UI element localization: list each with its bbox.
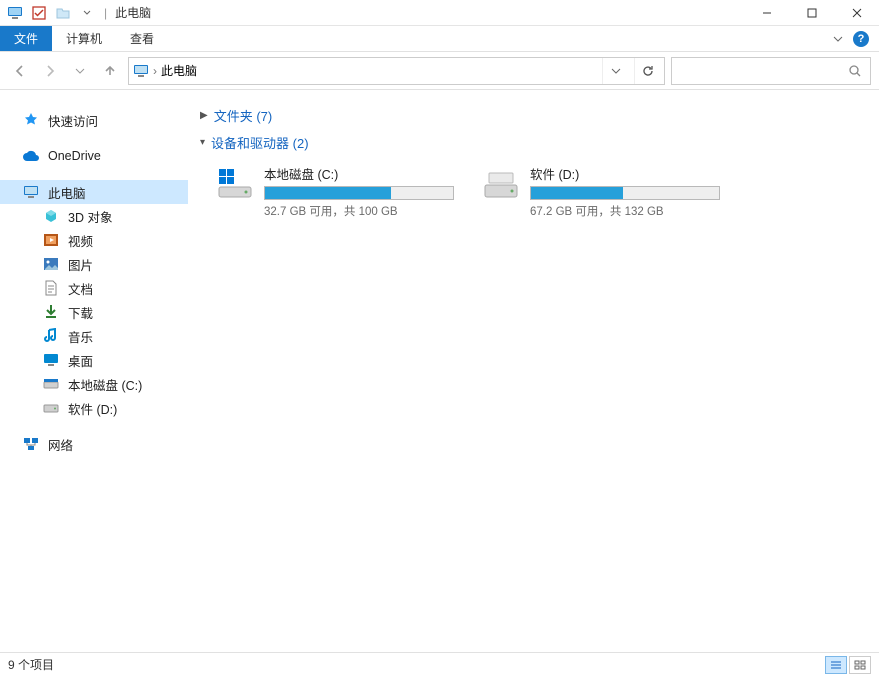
nav-downloads[interactable]: 下载 — [0, 300, 188, 324]
address-row: › 此电脑 — [0, 52, 879, 90]
nav-music[interactable]: 音乐 — [0, 324, 188, 348]
drive-icon — [42, 375, 60, 393]
search-input[interactable] — [671, 57, 871, 85]
status-text: 9 个项目 — [8, 656, 54, 673]
tab-file[interactable]: 文件 — [0, 26, 52, 51]
recent-dropdown-icon[interactable] — [68, 59, 92, 83]
refresh-button[interactable] — [634, 58, 660, 84]
downloads-icon — [42, 303, 60, 321]
nav-network[interactable]: 网络 — [0, 432, 188, 456]
chevron-right-icon: ▶ — [200, 110, 208, 121]
breadcrumb[interactable]: › 此电脑 — [133, 62, 197, 79]
ribbon: 文件 计算机 查看 ? — [0, 26, 879, 52]
nav-label: 本地磁盘 (C:) — [68, 375, 142, 394]
tab-computer[interactable]: 计算机 — [52, 26, 116, 51]
drive-name: 本地磁盘 (C:) — [264, 164, 454, 183]
content-pane: ▶ 文件夹 (7) ▾ 设备和驱动器 (2) 本地磁盘 (C:) 32.7 GB … — [188, 90, 879, 652]
drive-free-text: 32.7 GB 可用，共 100 GB — [264, 203, 454, 219]
navigation-pane: 快速访问 OneDrive 此电脑 3D 对象 视频 图片 文档 — [0, 90, 188, 652]
network-icon — [22, 435, 40, 453]
search-icon — [848, 64, 862, 78]
breadcrumb-label: 此电脑 — [161, 62, 197, 79]
drive-icon — [216, 164, 254, 204]
drive-usage-bar — [530, 186, 720, 200]
pictures-icon — [42, 255, 60, 273]
window-title: 此电脑 — [115, 4, 151, 21]
drive-item[interactable]: 软件 (D:) 67.2 GB 可用，共 132 GB — [478, 160, 724, 223]
address-dropdown-icon[interactable] — [602, 58, 628, 84]
tab-file-label: 文件 — [14, 30, 38, 47]
nav-3d-objects[interactable]: 3D 对象 — [0, 204, 188, 228]
address-bar[interactable]: › 此电脑 — [128, 57, 665, 85]
title-separator: | — [104, 6, 107, 20]
nav-pictures[interactable]: 图片 — [0, 252, 188, 276]
app-icon — [6, 4, 24, 22]
drives-list: 本地磁盘 (C:) 32.7 GB 可用，共 100 GB 软件 (D:) 67.2 … — [200, 160, 867, 223]
nav-label: 下载 — [68, 303, 93, 322]
nav-label: 桌面 — [68, 351, 93, 370]
minimize-button[interactable] — [744, 0, 789, 26]
status-bar: 9 个项目 — [0, 652, 879, 676]
nav-label: 图片 — [68, 255, 93, 274]
back-button[interactable] — [8, 59, 32, 83]
nav-onedrive[interactable]: OneDrive — [0, 144, 188, 168]
nav-label: 文档 — [68, 279, 93, 298]
objects-3d-icon — [42, 207, 60, 225]
nav-label: 网络 — [48, 435, 73, 454]
view-large-button[interactable] — [849, 656, 871, 674]
drive-name: 软件 (D:) — [530, 164, 720, 183]
nav-drive-c[interactable]: 本地磁盘 (C:) — [0, 372, 188, 396]
this-pc-icon — [22, 183, 40, 201]
section-drives[interactable]: ▾ 设备和驱动器 (2) — [200, 133, 867, 152]
documents-icon — [42, 279, 60, 297]
nav-desktop[interactable]: 桌面 — [0, 348, 188, 372]
up-button[interactable] — [98, 59, 122, 83]
videos-icon — [42, 231, 60, 249]
nav-label: 视频 — [68, 231, 93, 250]
maximize-button[interactable] — [789, 0, 834, 26]
drive-item[interactable]: 本地磁盘 (C:) 32.7 GB 可用，共 100 GB — [212, 160, 458, 223]
desktop-icon — [42, 351, 60, 369]
qat-new-folder-icon[interactable] — [54, 4, 72, 22]
nav-quick-access[interactable]: 快速访问 — [0, 108, 188, 132]
section-folders-label: 文件夹 (7) — [214, 106, 273, 125]
tab-computer-label: 计算机 — [66, 30, 102, 47]
this-pc-icon — [133, 64, 149, 78]
nav-this-pc[interactable]: 此电脑 — [0, 180, 188, 204]
nav-label: OneDrive — [48, 149, 101, 163]
quick-access-icon — [22, 111, 40, 129]
music-icon — [42, 327, 60, 345]
section-folders[interactable]: ▶ 文件夹 (7) — [200, 106, 867, 125]
nav-documents[interactable]: 文档 — [0, 276, 188, 300]
nav-drive-d[interactable]: 软件 (D:) — [0, 396, 188, 420]
nav-label: 软件 (D:) — [68, 399, 117, 418]
view-details-button[interactable] — [825, 656, 847, 674]
forward-button[interactable] — [38, 59, 62, 83]
drive-usage-bar — [264, 186, 454, 200]
chevron-down-icon: ▾ — [200, 137, 205, 148]
drive-icon — [42, 399, 60, 417]
close-button[interactable] — [834, 0, 879, 26]
nav-label: 3D 对象 — [68, 207, 112, 226]
tab-view-label: 查看 — [130, 30, 154, 47]
section-drives-label: 设备和驱动器 (2) — [211, 133, 309, 152]
drive-icon — [482, 164, 520, 204]
nav-label: 快速访问 — [48, 111, 98, 130]
title-bar: | 此电脑 — [0, 0, 879, 26]
view-toggle — [825, 656, 871, 674]
onedrive-icon — [22, 147, 40, 165]
qat-dropdown-icon[interactable] — [78, 4, 96, 22]
tab-view[interactable]: 查看 — [116, 26, 168, 51]
drive-free-text: 67.2 GB 可用，共 132 GB — [530, 203, 720, 219]
ribbon-expand-icon[interactable] — [833, 34, 843, 44]
nav-label: 音乐 — [68, 327, 93, 346]
quick-access-toolbar — [0, 4, 102, 22]
qat-properties-icon[interactable] — [30, 4, 48, 22]
nav-label: 此电脑 — [48, 183, 86, 202]
nav-videos[interactable]: 视频 — [0, 228, 188, 252]
help-icon[interactable]: ? — [853, 31, 869, 47]
